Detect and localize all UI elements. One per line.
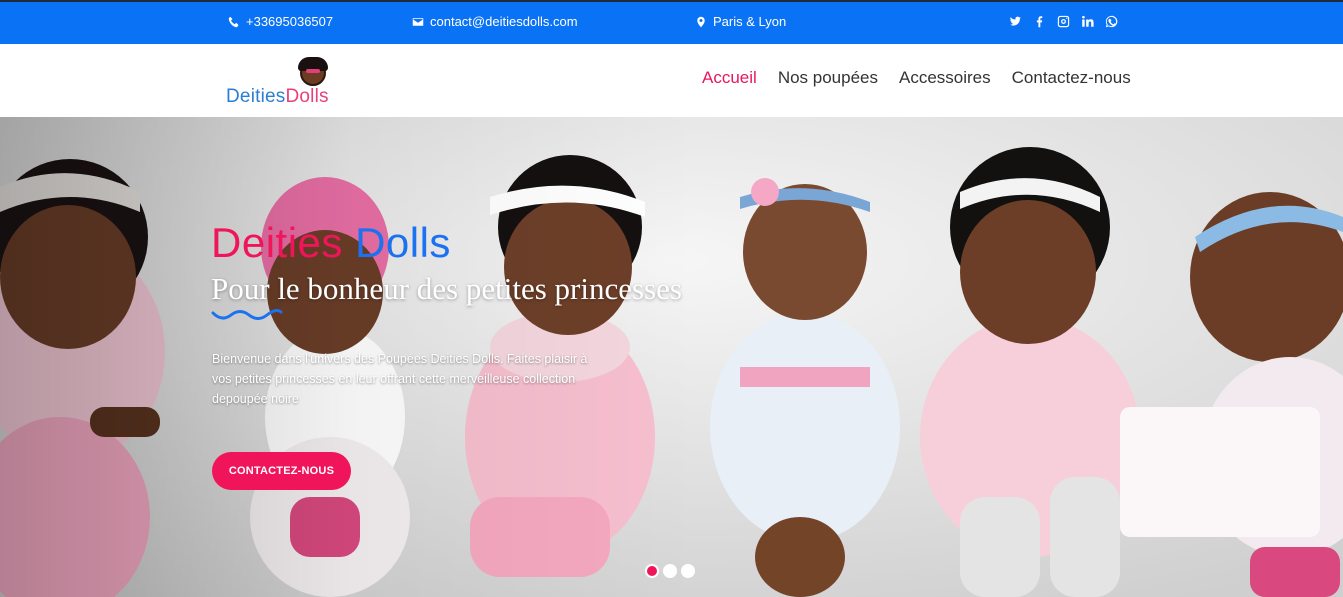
twitter-icon[interactable] — [1008, 14, 1022, 28]
nav-item-nos-poupees[interactable]: Nos poupées — [778, 68, 878, 88]
hero-subtitle: Pour le bonheur des petites princesses — [211, 271, 682, 306]
phone-number: +33695036507 — [246, 14, 334, 29]
slider-dot-2[interactable] — [663, 564, 677, 578]
logo-text-deities: Deities — [226, 86, 286, 107]
hero-title-dolls: Dolls — [355, 219, 451, 266]
logo-text-dolls: Dolls — [285, 86, 329, 107]
main-navbar: DeitiesDolls Accueil Nos poupées Accesso… — [0, 44, 1343, 117]
slider-dot-1[interactable] — [645, 564, 659, 578]
linkedin-icon[interactable] — [1080, 14, 1094, 28]
whatsapp-icon[interactable] — [1104, 14, 1118, 28]
hero-title-deities: Deities — [211, 219, 343, 266]
nav-item-contactez-nous[interactable]: Contactez-nous — [1012, 68, 1131, 88]
map-marker-icon — [695, 16, 707, 28]
top-bar: +33695036507 contact@deitiesdolls.com Pa… — [0, 0, 1343, 44]
logo[interactable]: DeitiesDolls — [226, 57, 346, 110]
nav-item-accessoires[interactable]: Accessoires — [899, 68, 991, 88]
main-menu: Accueil Nos poupées Accessoires Contacte… — [702, 68, 1131, 88]
instagram-icon[interactable] — [1056, 14, 1070, 28]
hero-title: Deities Dolls — [211, 219, 451, 267]
hero-description: Bienvenue dans l'univers des Poupées Dei… — [212, 352, 588, 406]
facebook-icon[interactable] — [1032, 14, 1046, 28]
slider-pagination — [645, 564, 695, 578]
phone-contact[interactable]: +33695036507 — [228, 14, 333, 29]
location: Paris & Lyon — [695, 14, 786, 29]
nav-item-accueil[interactable]: Accueil — [702, 68, 757, 88]
mail-icon — [412, 16, 424, 28]
social-links — [1008, 14, 1118, 28]
location-text: Paris & Lyon — [713, 14, 787, 29]
email-contact[interactable]: contact@deitiesdolls.com — [412, 14, 578, 29]
contact-cta-button[interactable]: CONTACTEZ-NOUS — [212, 452, 351, 490]
email-address: contact@deitiesdolls.com — [430, 14, 578, 29]
phone-icon — [228, 16, 240, 28]
hero-slider: Deities Dolls Pour le bonheur des petite… — [0, 117, 1343, 597]
wave-divider-icon — [211, 309, 283, 320]
hero-background-image — [0, 117, 1343, 597]
slider-dot-3[interactable] — [681, 564, 695, 578]
logo-doll-face-icon — [298, 57, 328, 86]
